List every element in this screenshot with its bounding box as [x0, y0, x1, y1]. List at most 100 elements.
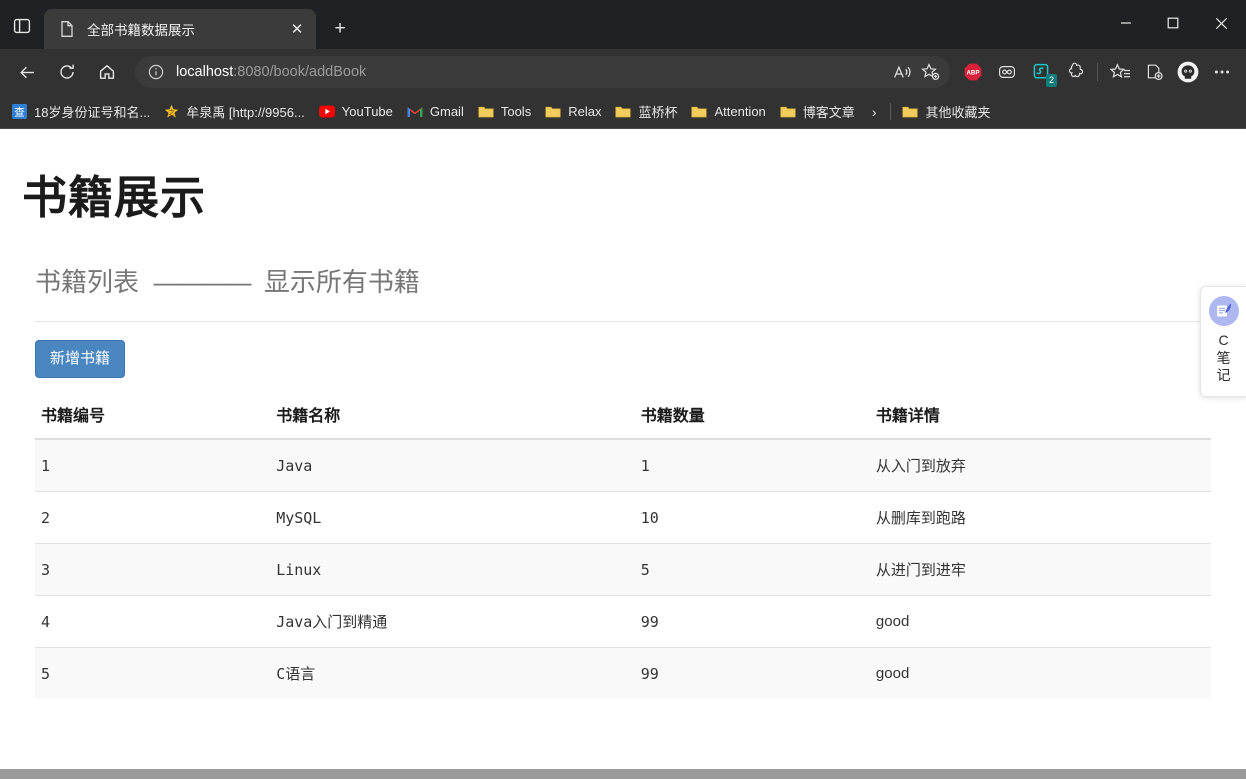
notes-label-line-1: C — [1218, 332, 1229, 348]
folder-icon — [478, 105, 494, 118]
cell-book-detail: 从进门到进牢 — [869, 543, 1211, 596]
star-icon: 之 — [164, 104, 179, 119]
bookmark-item[interactable]: 之 牟泉禹 [http://9956... — [157, 99, 312, 125]
bookmark-folder[interactable]: 蓝桥杯 — [608, 99, 684, 125]
address-bar-url[interactable]: localhost:8080/book/addBook — [176, 64, 888, 80]
column-header-book-id: 书籍编号 — [35, 394, 271, 440]
bookmark-label: YouTube — [341, 104, 393, 119]
read-aloud-icon[interactable] — [888, 59, 916, 85]
cell-book-name: MySQL — [270, 491, 635, 544]
refresh-button[interactable] — [47, 56, 87, 88]
adblock-plus-icon[interactable]: ABP — [956, 56, 990, 88]
favorites-icon[interactable] — [1103, 56, 1137, 88]
book-list-container: 书籍列表 ———— 显示所有书籍 新增书籍 书籍编号 书籍名称 书籍数量 书籍详… — [35, 226, 1211, 699]
taskbar-edge — [0, 769, 1246, 779]
cell-book-detail: 从入门到放弃 — [869, 438, 1211, 492]
bookmark-item[interactable]: 查 18岁身份证号和名... — [5, 99, 157, 125]
bookmark-folder[interactable]: 博客文章 — [773, 99, 862, 125]
folder-icon — [902, 105, 919, 118]
home-button[interactable] — [87, 56, 127, 88]
svg-text:查: 查 — [14, 105, 25, 118]
add-book-button[interactable]: 新增书籍 — [35, 340, 126, 378]
cell-book-quantity: 5 — [634, 543, 870, 596]
settings-more-icon[interactable] — [1205, 56, 1239, 88]
subheading-left: 书籍列表 — [35, 267, 140, 297]
cell-book-id: 4 — [35, 595, 271, 648]
subheading-dash: ———— — [153, 267, 251, 297]
extensions-puzzle-icon[interactable] — [1058, 56, 1092, 88]
folder-icon — [691, 105, 708, 118]
bookmark-folder[interactable]: Tools — [471, 99, 538, 125]
bookmark-folder[interactable]: Relax — [538, 99, 608, 125]
cell-book-id: 3 — [35, 543, 271, 596]
cell-book-detail: good — [869, 595, 1211, 648]
site-information-icon[interactable] — [145, 61, 167, 83]
collections-icon[interactable] — [1137, 56, 1171, 88]
page-title: 书籍展示 — [22, 172, 207, 223]
minimize-button[interactable] — [1102, 0, 1149, 46]
table-header-row: 书籍编号 书籍名称 书籍数量 书籍详情 — [35, 394, 1211, 440]
other-favorites-label: 其他收藏夹 — [925, 105, 991, 120]
navigation-toolbar: localhost:8080/book/addBook ABP 2 — [0, 49, 1246, 95]
column-header-book-name: 书籍名称 — [270, 394, 635, 440]
cell-book-id: 2 — [35, 491, 271, 544]
notes-label-line-3: 记 — [1216, 367, 1231, 383]
bookmarks-overflow-chevron-icon[interactable]: › — [862, 99, 887, 125]
cell-book-name: Linux — [270, 543, 635, 596]
cell-book-id: 5 — [35, 647, 271, 699]
folder-icon — [615, 105, 632, 118]
other-favorites-folder[interactable]: 其他收藏夹 — [895, 99, 997, 125]
table-row[interactable]: 5 C语言 99 good — [35, 647, 1211, 699]
svg-text:ABP: ABP — [966, 70, 979, 77]
folder-icon — [545, 105, 561, 118]
cell-book-name: Java入门到精通 — [270, 595, 635, 648]
tab-strip: 全部书籍数据展示 ✕ + — [0, 0, 1246, 49]
tab-title: 全部书籍数据展示 — [87, 23, 195, 38]
chinese-cha-icon: 查 — [12, 104, 27, 119]
toolbar-row: 新增书籍 — [35, 322, 1211, 388]
back-button[interactable] — [7, 56, 47, 88]
folder-icon — [780, 105, 796, 118]
bookmark-label: 牟泉禹 [http://9956... — [186, 105, 305, 120]
table-row[interactable]: 3 Linux 5 从进门到进牢 — [35, 543, 1211, 596]
cell-book-name: Java — [270, 438, 635, 492]
cell-book-quantity: 99 — [634, 647, 870, 699]
tab-close-icon[interactable]: ✕ — [284, 16, 310, 42]
cell-book-quantity: 10 — [634, 491, 870, 544]
cell-book-quantity: 1 — [634, 438, 870, 492]
page-viewport: 书籍展示 书籍列表 ———— 显示所有书籍 新增书籍 书籍编号 书籍名称 书籍数… — [0, 128, 1246, 779]
close-window-button[interactable] — [1196, 0, 1246, 46]
sogou-s-icon[interactable]: 2 — [1024, 56, 1058, 88]
page-document-icon — [58, 20, 76, 38]
book-table-body: 1 Java 1 从入门到放弃 2 MySQL 10 从删库到跑路 3 Linu… — [35, 438, 1211, 699]
bookmark-label: Gmail — [429, 104, 464, 119]
bookmark-label: 博客文章 — [802, 105, 855, 120]
section-subheading: 书籍列表 ———— 显示所有书籍 — [35, 262, 1211, 322]
notes-label-line-2: 笔 — [1216, 349, 1231, 366]
table-row[interactable]: 1 Java 1 从入门到放弃 — [35, 438, 1211, 492]
bookmark-item[interactable]: YouTube — [312, 99, 400, 125]
notes-pen-icon — [1208, 296, 1239, 326]
bookmarks-divider — [890, 103, 892, 120]
address-bar[interactable]: localhost:8080/book/addBook — [135, 56, 950, 88]
column-header-book-detail: 书籍详情 — [869, 394, 1211, 440]
csdn-notes-widget[interactable]: C 笔 记 — [1200, 286, 1246, 397]
table-row[interactable]: 4 Java入门到精通 99 good — [35, 595, 1211, 648]
gmail-icon — [407, 105, 423, 118]
bookmarks-bar: 查 18岁身份证号和名... 之 牟泉禹 [http://9956... You… — [0, 95, 1246, 128]
maximize-button[interactable] — [1149, 0, 1196, 46]
extension-dots-icon[interactable] — [990, 56, 1024, 88]
bookmark-label: 蓝桥杯 — [638, 105, 678, 120]
bookmark-item[interactable]: Gmail — [400, 99, 471, 125]
new-tab-button[interactable]: + — [324, 13, 356, 45]
bookmark-folder[interactable]: Attention — [684, 99, 772, 125]
table-row[interactable]: 2 MySQL 10 从删库到跑路 — [35, 491, 1211, 544]
page-content: 书籍展示 书籍列表 ———— 显示所有书籍 新增书籍 书籍编号 书籍名称 书籍数… — [0, 161, 1246, 779]
book-table: 书籍编号 书籍名称 书籍数量 书籍详情 1 Java 1 从入门到放弃 2 My… — [35, 394, 1211, 699]
column-header-book-quantity: 书籍数量 — [634, 394, 870, 440]
tab-actions-menu-button[interactable] — [0, 6, 44, 46]
cell-book-detail: good — [869, 647, 1211, 699]
profile-avatar[interactable] — [1171, 56, 1205, 88]
add-favorite-icon[interactable] — [916, 59, 944, 85]
browser-tab-active[interactable]: 全部书籍数据展示 ✕ — [44, 9, 316, 49]
